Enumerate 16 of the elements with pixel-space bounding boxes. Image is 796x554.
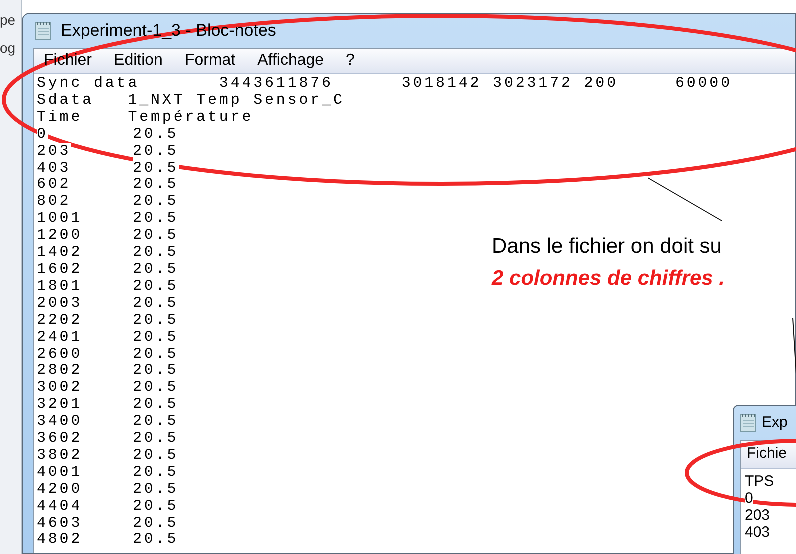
window-title: Experiment-1_3 - Bloc-notes — [61, 20, 276, 42]
notepad-icon — [740, 413, 758, 433]
callout-text: Dans le fichier on doit su — [492, 234, 723, 260]
callout-highlight-text: 2 colonnes de chiffres . — [492, 266, 726, 292]
menu-item[interactable]: Affichage — [258, 49, 324, 73]
text-line: Sdata 1_NXT Temp Sensor_C — [37, 92, 345, 110]
menu-item[interactable]: Fichie — [747, 443, 788, 466]
menu-item[interactable]: Format — [184, 49, 236, 73]
text-line: Sync data 3443611876 3018142 3023172 200 60000 — [37, 76, 732, 93]
menu-item[interactable]: Edition — [114, 49, 163, 73]
window-text-fragment: og — [0, 40, 17, 56]
window-text-fragment: pe — [0, 12, 17, 28]
window-title: Exp — [762, 412, 788, 433]
text-line: Time Température — [37, 110, 254, 127]
notepad-icon — [35, 21, 53, 41]
menu-item[interactable]: ? — [346, 49, 355, 73]
